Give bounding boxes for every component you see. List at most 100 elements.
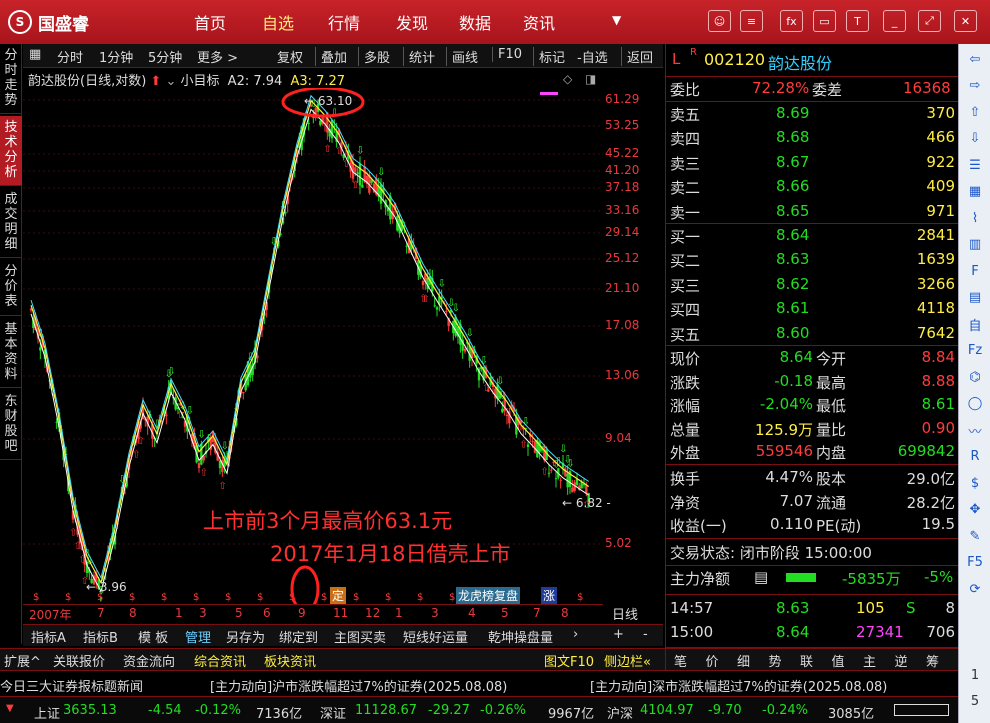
bid-row[interactable]: 买三 8.62 3266 [666,273,959,297]
candle-icon[interactable]: ▥ [964,234,986,256]
period-label[interactable]: 日线 [612,604,638,623]
ind-tab-remove[interactable]: - [643,627,648,642]
arrow-right-icon[interactable]: ⇨ [964,75,986,97]
chart-tb-overlay[interactable]: 叠加 [315,47,347,66]
quote-tab[interactable]: 势 [769,651,782,670]
nav-market[interactable]: 行情 [320,10,368,34]
chart-tb-f10[interactable]: F10 [492,47,522,62]
chip-ding[interactable]: 定 [330,587,347,604]
ind-tab-shortline[interactable]: 短线好运量 [403,627,468,646]
wave-icon[interactable]: 〰 [964,419,986,441]
self-icon[interactable]: 自 [964,313,986,335]
chart-tb-adjust[interactable]: 复权 [277,47,303,66]
ticker-item-2[interactable]: [主力动向]深市涨跌幅超过7%的证券(2025.08.08) [590,676,887,695]
ask-row[interactable]: 卖五 8.69 370 [666,102,959,126]
ind-tab-a[interactable]: 指标A [31,627,66,646]
btab-news[interactable]: 综合资讯 [194,651,246,670]
fiz-icon[interactable]: Fz [964,340,986,362]
bid-row[interactable]: 买一 8.64 2841 [666,224,959,248]
ticker-left[interactable]: 今日三大证券报标题新闻 [0,676,143,695]
chart-tb-watch[interactable]: -自选 [577,47,608,66]
pen-icon[interactable]: ✎ [964,525,986,547]
ticker-item-1[interactable]: [主力动向]沪市涨跌幅超过7%的证券(2025.08.08) [210,676,507,695]
chart-tab-timeshare[interactable]: 分时 [57,47,83,66]
chip-limit[interactable]: 涨 [541,587,558,604]
nav-news[interactable]: 资讯 [515,10,563,34]
quote-tab[interactable]: 细 [737,651,750,670]
ask-row[interactable]: 卖一 8.65 971 [666,200,959,224]
chart-tab-5min[interactable]: 5分钟 [148,47,182,66]
restore-icon[interactable]: ⤢ [918,10,941,32]
btab-flow[interactable]: 资金流向 [123,651,175,670]
fx-icon[interactable]: fx [780,10,803,32]
quote-tab[interactable]: 主 [863,651,876,670]
refresh-icon[interactable]: ⟳ [964,578,986,600]
bid-row[interactable]: 买五 8.60 7642 [666,322,959,346]
bid-row[interactable]: 买二 8.63 1639 [666,248,959,272]
monitor-icon[interactable]: ▭ [813,10,836,32]
chart-grid-icon[interactable]: ▦ [29,47,41,62]
chart-tb-mark[interactable]: 标记 [533,47,565,66]
settings-icon[interactable]: ≡ [740,10,763,32]
ind-tab-manage[interactable]: 管理 [185,627,211,646]
circle-icon[interactable]: ◯ [964,393,986,415]
panel-toggle-icon[interactable]: ◨ [585,72,596,86]
minimize-icon[interactable]: _ [883,10,906,32]
ind-tab-bind[interactable]: 绑定到 [279,627,318,646]
nav-data[interactable]: 数据 [451,10,499,34]
chevron-down-icon[interactable]: ⌄ [165,74,176,89]
ask-row[interactable]: 卖四 8.68 466 [666,126,959,150]
right-toolbar-number[interactable]: 1 [964,664,986,686]
doc-icon[interactable]: ▤ [964,287,986,309]
tab-timeshare[interactable]: 分时走势 [0,44,22,114]
right-toolbar-number[interactable]: 5 [964,690,986,712]
nav-discover[interactable]: 发现 [388,10,436,34]
chart-tab-1min[interactable]: 1分钟 [99,47,133,66]
ind-tab-b[interactable]: 指标B [83,627,118,646]
arrow-up-icon[interactable]: ⇧ [964,101,986,123]
quote-tab[interactable]: 筹 [926,651,939,670]
chart-tb-stats[interactable]: 统计 [403,47,435,66]
arrow-down-icon[interactable]: ⇩ [964,128,986,150]
tab-technical[interactable]: 技术分析 [0,116,22,186]
dollar-icon[interactable]: $ [964,472,986,494]
btab-sidebar[interactable]: 侧边栏« [604,651,651,670]
ind-tab-scroll-right[interactable]: › [573,627,578,642]
quote-tab[interactable]: 价 [706,651,719,670]
btab-sector[interactable]: 板块资讯 [264,651,316,670]
sh-label[interactable]: 上证 [34,703,60,722]
quote-tab[interactable]: 笔 [674,651,687,670]
close-icon[interactable]: ✕ [954,10,977,32]
chart-tb-multi[interactable]: 多股 [358,47,390,66]
chart-tb-draw[interactable]: 画线 [446,47,478,66]
move-icon[interactable]: ✥ [964,499,986,521]
nav-watchlist[interactable]: 自选 [254,10,302,34]
f10-icon[interactable]: F [964,260,986,282]
ind-tab-buysell[interactable]: 主图买卖 [334,627,386,646]
quote-tab[interactable]: 逆 [895,651,908,670]
chart-tb-back[interactable]: 返回 [621,47,653,66]
hs-label[interactable]: 沪深 [607,703,633,722]
btab-related[interactable]: 关联报价 [53,651,105,670]
ind-tab-qiankun[interactable]: 乾坤操盘量 [488,627,553,646]
chip-lhb[interactable]: 龙虎榜复盘 [456,587,521,604]
arrow-left-icon[interactable]: ⇦ [964,48,986,70]
shirt-icon[interactable]: T [846,10,869,32]
quote-tab[interactable]: 联 [800,651,813,670]
ask-row[interactable]: 卖二 8.66 409 [666,175,959,199]
btab-f10[interactable]: 图文F10 [544,651,594,670]
grid-icon[interactable]: ▦ [964,181,986,203]
chart-tab-more[interactable]: 更多 > [197,47,238,66]
tab-profile[interactable]: 基本资料 [0,318,22,388]
list-icon[interactable]: ☰ [964,154,986,176]
quote-tab[interactable]: 值 [832,651,845,670]
rsi-icon[interactable]: R [964,446,986,468]
compass-icon[interactable]: ⌬ [964,366,986,388]
btab-expand[interactable]: 扩展^ [4,651,41,670]
nav-more-dropdown[interactable]: ▼ [612,13,621,27]
message-icon[interactable]: ☺ [708,10,731,32]
ask-row[interactable]: 卖三 8.67 922 [666,151,959,175]
diamond-icon[interactable]: ◇ [563,72,572,86]
ind-tab-template[interactable]: 模 板 [138,627,168,646]
bid-row[interactable]: 买四 8.61 4118 [666,297,959,321]
